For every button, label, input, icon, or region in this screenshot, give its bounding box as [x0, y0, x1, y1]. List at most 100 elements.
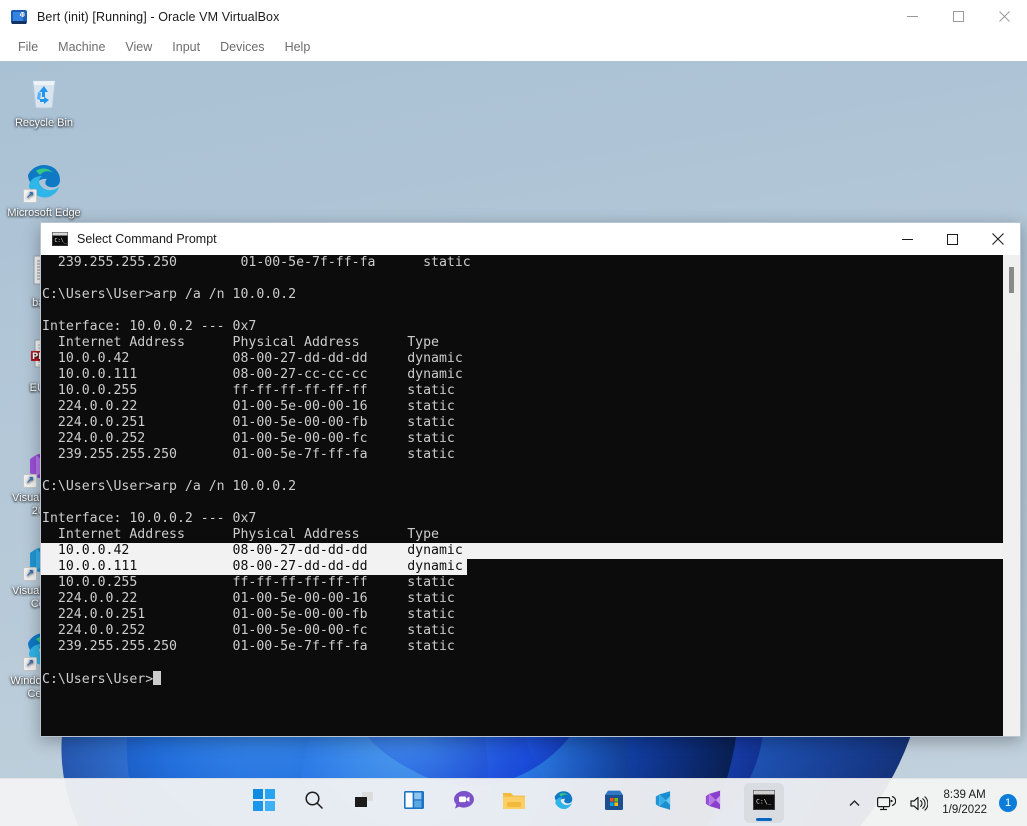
menu-machine[interactable]: Machine — [48, 36, 115, 58]
menu-view[interactable]: View — [115, 36, 162, 58]
virtualbox-minimize-button[interactable] — [889, 0, 935, 33]
console-line: 239.255.255.250 01-00-5e-7f-ff-fa static — [42, 639, 455, 654]
command-prompt-icon: C:\_ — [752, 790, 775, 815]
desktop-icon-label: Recycle Bin — [14, 117, 74, 129]
taskbar-start-button[interactable] — [244, 783, 284, 823]
virtualbox-maximize-button[interactable] — [935, 0, 981, 33]
taskbar-active-indicator — [755, 817, 772, 821]
taskbar-center-group: C:\_ — [244, 782, 784, 823]
console-line: 10.0.0.42 08-00-27-dd-dd-dd dynamic — [42, 351, 463, 366]
menu-file[interactable]: File — [8, 36, 48, 58]
taskbar-chat-button[interactable] — [444, 783, 484, 823]
command-prompt-window[interactable]: C:\_ Select Command Prompt 239.255.255.2… — [40, 222, 1021, 737]
console-line: C:\Users\User>arp /a /n 10.0.0.2 — [42, 287, 297, 302]
console-line: C:\Users\User> — [41, 671, 1003, 687]
command-prompt-icon: C:\_ — [52, 231, 68, 247]
shortcut-arrow-icon — [23, 657, 37, 671]
virtualbox-title: Bert (init) [Running] - Oracle VM Virtua… — [37, 9, 280, 24]
console-line: 224.0.0.252 01-00-5e-00-00-fc static — [42, 431, 455, 446]
console-line: 224.0.0.251 01-00-5e-00-00-fb static — [42, 607, 455, 622]
svg-text:10: 10 — [20, 12, 26, 18]
edge-icon — [552, 789, 575, 817]
menu-help[interactable]: Help — [275, 36, 321, 58]
shortcut-arrow-icon — [23, 567, 37, 581]
taskbar-vscode-button[interactable] — [644, 783, 684, 823]
virtualbox-icon: 10 — [10, 8, 28, 26]
notification-badge[interactable]: 1 — [999, 794, 1017, 812]
taskbar-store-button[interactable] — [594, 783, 634, 823]
taskbar-search-button[interactable] — [294, 783, 334, 823]
taskbar: C:\_ 8:39 AM 1/9/2022 1 — [0, 778, 1027, 826]
shortcut-arrow-icon — [23, 189, 37, 203]
console-line-selected[interactable]: 10.0.0.111 08-00-27-dd-dd-dd dynamic — [41, 559, 1003, 575]
console-line: Internet Address Physical Address Type — [42, 527, 439, 542]
taskbar-clock[interactable]: 8:39 AM 1/9/2022 — [938, 788, 991, 818]
taskbar-widgets-button[interactable] — [394, 783, 434, 823]
command-prompt-minimize-button[interactable] — [885, 223, 930, 255]
console-line: Interface: 10.0.0.2 --- 0x7 — [42, 319, 257, 334]
widgets-icon — [403, 789, 425, 816]
console-line: 224.0.0.252 01-00-5e-00-00-fc static — [42, 623, 455, 638]
virtualbox-close-button[interactable] — [981, 0, 1027, 33]
taskbar-task-view-button[interactable] — [344, 783, 384, 823]
console-cursor — [153, 671, 162, 685]
recycle-bin-icon — [23, 71, 65, 113]
desktop-icon-recycle-bin[interactable]: Recycle Bin — [4, 71, 84, 130]
virtualbox-menubar: File Machine View Input Devices Help — [0, 33, 1027, 61]
console-line: 224.0.0.22 01-00-5e-00-00-16 static — [42, 399, 455, 414]
command-prompt-titlebar[interactable]: C:\_ Select Command Prompt — [41, 223, 1020, 255]
console-line-text: 10.0.0.111 08-00-27-dd-dd-dd dynamic — [42, 559, 463, 574]
console-line: Interface: 10.0.0.2 --- 0x7 — [42, 511, 257, 526]
console-line: 10.0.0.111 08-00-27-cc-cc-cc dynamic — [42, 367, 463, 382]
console-body[interactable]: 239.255.255.250 01-00-5e-7f-ff-fa static… — [41, 255, 1020, 736]
command-prompt-close-button[interactable] — [975, 223, 1020, 255]
command-prompt-maximize-button[interactable] — [930, 223, 975, 255]
taskbar-visual-studio-button[interactable] — [694, 783, 734, 823]
console-line: 10.0.0.255 ff-ff-ff-ff-ff-ff static — [42, 575, 455, 590]
console-output[interactable]: 239.255.255.250 01-00-5e-7f-ff-fa static… — [41, 255, 1003, 736]
vscode-icon — [652, 789, 675, 817]
chevron-up-icon[interactable] — [842, 791, 866, 815]
console-line: 239.255.255.250 01-00-5e-7f-ff-fa static — [42, 447, 455, 462]
network-icon[interactable] — [874, 791, 898, 815]
guest-desktop: Recycle Bin Microsoft Edge — [0, 61, 1027, 826]
taskbar-edge-button[interactable] — [544, 783, 584, 823]
console-line: 224.0.0.251 01-00-5e-00-00-fb static — [42, 415, 455, 430]
virtualbox-window: 10 Bert (init) [Running] - Oracle VM Vir… — [0, 0, 1027, 826]
console-scrollbar-thumb[interactable] — [1009, 267, 1014, 293]
chat-icon — [453, 789, 475, 816]
svg-text:C:\_: C:\_ — [756, 798, 772, 806]
volume-icon[interactable] — [906, 791, 930, 815]
task-view-icon — [353, 789, 375, 816]
svg-text:C:\_: C:\_ — [55, 238, 68, 244]
clock-date: 1/9/2022 — [942, 804, 987, 816]
virtualbox-window-controls — [889, 0, 1027, 33]
menu-devices[interactable]: Devices — [210, 36, 274, 58]
clock-time: 8:39 AM — [943, 789, 986, 801]
desktop-icon-label: Microsoft Edge — [7, 207, 81, 219]
console-line-selected[interactable]: 10.0.0.42 08-00-27-dd-dd-dd dynamic — [41, 543, 1003, 559]
command-prompt-title: Select Command Prompt — [77, 232, 217, 246]
command-prompt-window-controls — [885, 223, 1020, 255]
console-line: 239.255.255.250 01-00-5e-7f-ff-fa static — [42, 255, 471, 270]
menu-input[interactable]: Input — [162, 36, 210, 58]
search-icon — [303, 789, 325, 816]
console-scrollbar[interactable] — [1003, 255, 1020, 736]
taskbar-command-prompt-button[interactable]: C:\_ — [743, 782, 784, 823]
desktop-icon-microsoft-edge[interactable]: Microsoft Edge — [4, 161, 84, 220]
folder-icon — [502, 789, 526, 816]
visual-studio-icon — [702, 789, 725, 817]
taskbar-file-explorer-button[interactable] — [494, 783, 534, 823]
windows-start-icon — [252, 789, 275, 816]
system-tray: 8:39 AM 1/9/2022 1 — [842, 779, 1027, 826]
edge-icon — [23, 161, 65, 203]
console-line: 10.0.0.255 ff-ff-ff-ff-ff-ff static — [42, 383, 455, 398]
virtualbox-titlebar: 10 Bert (init) [Running] - Oracle VM Vir… — [0, 0, 1027, 33]
console-line: C:\Users\User>arp /a /n 10.0.0.2 — [42, 479, 297, 494]
shortcut-arrow-icon — [23, 474, 37, 488]
